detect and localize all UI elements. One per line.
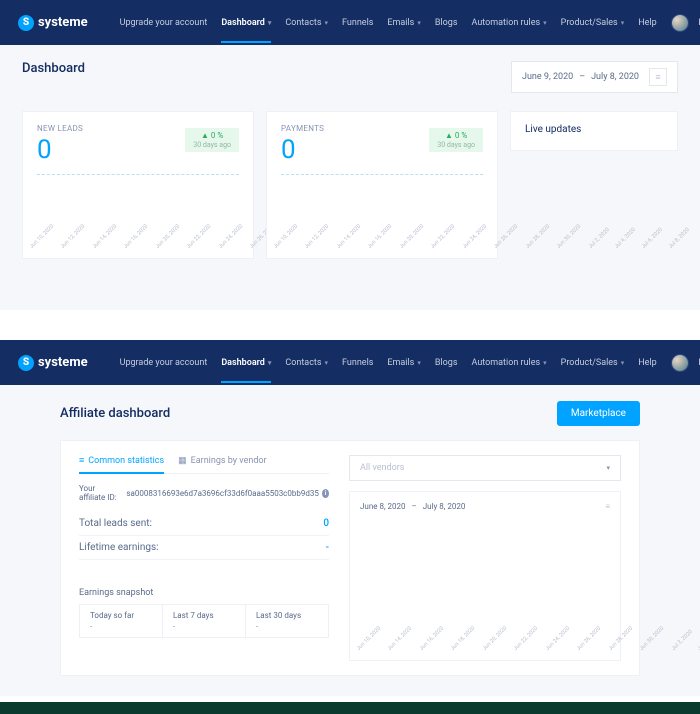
chart-xaxis: Jun 10, 2020Jun 12, 2020Jun 14, 2020Jun … [277,244,487,250]
nav-emails[interactable]: Emails▾ [387,18,420,28]
nav-help[interactable]: Help [638,18,656,28]
chevron-down-icon: ▾ [268,19,272,27]
nav-upgrade[interactable]: Upgrade your account [120,358,208,368]
brand-name: systeme [38,355,88,370]
footer-bar [0,702,700,714]
chevron-down-icon: ▾ [325,359,329,367]
stat-card-payments[interactable]: PAYMENTS 0 ▲ 0 % 30 days ago Jun 10, 202… [266,111,498,259]
panel-left: ≡ Common statistics ▦ Earnings by vendor… [79,455,329,661]
nav-funnels[interactable]: Funnels [342,18,373,28]
snapshot-7days: Last 7 days- [162,605,245,637]
stat-card-new-leads[interactable]: NEW LEADS 0 ▲ 0 % 30 days ago Jun 10, 20… [22,111,254,259]
nav-dashboard[interactable]: Dashboard▾ [221,358,271,368]
date-from: June 9, 2020 [522,72,573,82]
sparkline [37,174,239,175]
chevron-down-icon: ▾ [268,359,272,367]
affiliate-body: Affiliate dashboard Marketplace ≡ Common… [0,385,700,696]
nav-contacts[interactable]: Contacts▾ [285,18,328,28]
dashboard-body: Dashboard June 9, 2020 – July 8, 2020 ≡ … [0,45,700,310]
nav-right: EN▾ [671,354,700,372]
chevron-down-icon: ▾ [543,359,547,367]
brand-logo[interactable]: S systeme [18,15,88,31]
lifetime-earnings-row: Lifetime earnings: - [79,536,329,560]
nav-blogs[interactable]: Blogs [435,358,458,368]
chart-date-range[interactable]: June 8, 2020–July 8, 2020 ≡ [360,502,610,511]
brand-name: systeme [38,15,88,30]
chart-xaxis: Jun 10, 2020Jun 14, 2020Jun 16, 2020Jun … [360,646,610,652]
live-updates-title: Live updates [525,124,581,135]
chart-xaxis: Jun 10, 2020Jun 12, 2020Jun 14, 2020Jun … [33,244,243,250]
nav-product-sales[interactable]: Product/Sales▾ [561,358,625,368]
nav-help[interactable]: Help [638,358,656,368]
affiliate-tabs: ≡ Common statistics ▦ Earnings by vendor [79,455,329,474]
info-icon[interactable]: i [322,489,329,498]
affiliate-panel: ≡ Common statistics ▦ Earnings by vendor… [60,440,640,676]
snapshot-today: Today so far- [80,605,162,637]
affiliate-section: S systeme Upgrade your account Dashboard… [0,340,700,714]
page-title: Dashboard [22,61,85,76]
nav-items: Upgrade your account Dashboard▾ Contacts… [120,18,657,28]
nav-blogs[interactable]: Blogs [435,18,458,28]
sort-icon[interactable]: ≡ [605,502,610,511]
list-icon: ≡ [79,455,84,466]
tab-common-statistics[interactable]: ≡ Common statistics [79,455,164,474]
top-nav: S systeme Upgrade your account Dashboard… [0,0,700,45]
page-title: Affiliate dashboard [60,406,170,421]
affiliate-id-value: sa0008316693e6d7a3696cf33d6f0aaa5503c0bb… [126,489,318,498]
vendor-select[interactable]: All vendors ▾ [349,455,621,481]
date-to: July 8, 2020 [591,72,639,82]
logo-icon: S [18,15,34,31]
chevron-down-icon: ▾ [325,19,329,27]
nav-dashboard[interactable]: Dashboard▾ [221,18,271,28]
lifetime-earnings-value: - [326,542,329,553]
live-updates-card[interactable]: Live updates [510,111,678,151]
chevron-down-icon: ▾ [417,359,421,367]
date-sort-icon[interactable]: ≡ [649,68,667,86]
nav-upgrade[interactable]: Upgrade your account [120,18,208,28]
chevron-down-icon: ▾ [621,19,625,27]
nav-automation[interactable]: Automation rules▾ [472,358,547,368]
grid-icon: ▦ [178,456,187,466]
chevron-down-icon: ▾ [621,359,625,367]
tab-earnings-by-vendor[interactable]: ▦ Earnings by vendor [178,455,266,473]
nav-automation[interactable]: Automation rules▾ [472,18,547,28]
nav-right: EN▾ [671,14,700,32]
top-nav: S systeme Upgrade your account Dashboard… [0,340,700,385]
dashboard-section: S systeme Upgrade your account Dashboard… [0,0,700,310]
avatar[interactable] [671,354,689,372]
total-leads-row: Total leads sent: 0 [79,512,329,536]
chevron-down-icon: ▾ [417,19,421,27]
stat-change-badge: ▲ 0 % 30 days ago [429,128,483,152]
earnings-snapshot: Today so far- Last 7 days- Last 30 days- [79,604,329,638]
nav-funnels[interactable]: Funnels [342,358,373,368]
nav-product-sales[interactable]: Product/Sales▾ [561,18,625,28]
chevron-down-icon: ▾ [543,19,547,27]
nav-items: Upgrade your account Dashboard▾ Contacts… [120,358,657,368]
snapshot-title: Earnings snapshot [79,588,329,598]
snapshot-30days: Last 30 days- [245,605,328,637]
marketplace-button[interactable]: Marketplace [557,401,640,426]
date-range-picker[interactable]: June 9, 2020 – July 8, 2020 ≡ [511,61,678,93]
avatar[interactable] [671,14,689,32]
panel-right: All vendors ▾ June 8, 2020–July 8, 2020 … [349,455,621,661]
chevron-down-icon: ▾ [606,464,610,472]
affiliate-chart: June 8, 2020–July 8, 2020 ≡ Jun 10, 2020… [349,491,621,661]
logo-icon: S [18,355,34,371]
sparkline [281,174,483,175]
nav-emails[interactable]: Emails▾ [387,358,420,368]
total-leads-value: 0 [323,518,329,529]
brand-logo[interactable]: S systeme [18,355,88,371]
nav-contacts[interactable]: Contacts▾ [285,358,328,368]
affiliate-id-row: Your affiliate ID: sa0008316693e6d7a3696… [79,484,329,502]
stat-change-badge: ▲ 0 % 30 days ago [185,128,239,152]
